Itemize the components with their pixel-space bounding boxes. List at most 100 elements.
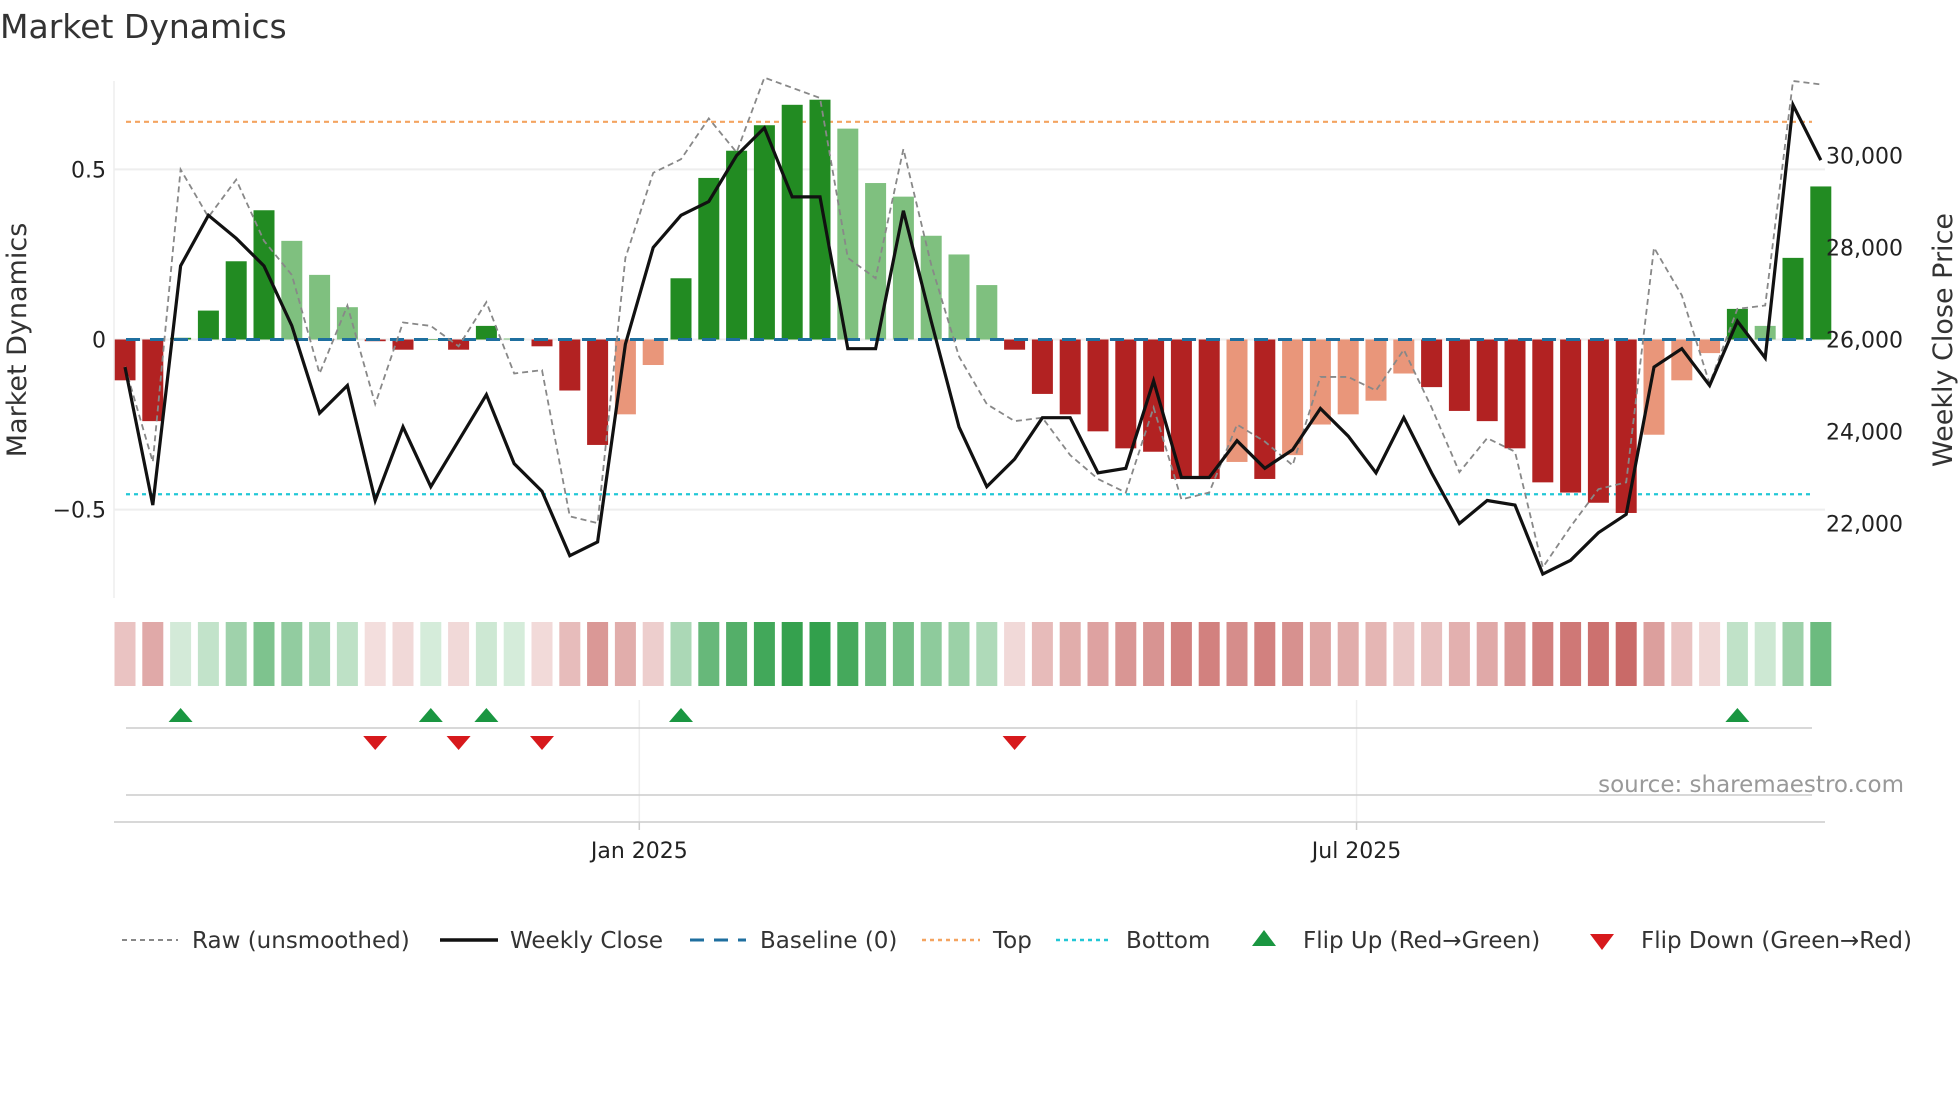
strip-cell — [670, 622, 692, 686]
legend-flip-down-icon — [1590, 934, 1614, 950]
x-tick-label: Jan 2025 — [589, 839, 688, 864]
dynamics-bar — [1587, 339, 1609, 503]
strip-cell — [1170, 622, 1192, 686]
strip-cell — [1421, 622, 1443, 686]
strip-cell — [392, 622, 414, 686]
bars — [114, 99, 1832, 513]
strip-cell — [809, 622, 831, 686]
dynamics-bar — [948, 254, 970, 340]
strip-cell — [753, 622, 775, 686]
flip-up-marker — [474, 708, 499, 722]
strip-cell — [1587, 622, 1609, 686]
dynamics-bar — [1532, 339, 1554, 483]
strip-cell — [837, 622, 859, 686]
color-strip — [114, 622, 1832, 686]
dynamics-bar — [197, 310, 219, 340]
dynamics-bar — [670, 278, 692, 340]
dynamics-bar — [1393, 339, 1415, 374]
strip-cell — [1560, 622, 1582, 686]
y-tick-label: 0 — [92, 329, 106, 354]
strip-cell — [448, 622, 470, 686]
strip-cell — [475, 622, 497, 686]
dynamics-bar — [1254, 339, 1276, 479]
dynamics-bar — [1198, 339, 1220, 479]
dynamics-bar — [1476, 339, 1498, 422]
dynamics-bar — [1643, 339, 1665, 435]
strip-cell — [336, 622, 358, 686]
legend-close-label: Weekly Close — [510, 928, 663, 954]
strip-cell — [1504, 622, 1526, 686]
dynamics-bar — [1754, 325, 1776, 340]
strip-cell — [1615, 622, 1637, 686]
flip-down-marker — [530, 736, 554, 750]
chart-title: Market Dynamics — [0, 7, 287, 46]
strip-cell — [1754, 622, 1776, 686]
dynamics-bar — [253, 210, 275, 340]
strip-cell — [114, 622, 136, 686]
strip-cell — [1087, 622, 1109, 686]
dynamics-bar — [1560, 339, 1582, 493]
strip-cell — [281, 622, 303, 686]
y-tick-label: −0.5 — [53, 499, 106, 524]
legend: Raw (unsmoothed) Weekly Close Baseline (… — [122, 928, 1912, 954]
strip-cell — [142, 622, 164, 686]
strip-cell — [364, 622, 386, 686]
dynamics-bar — [726, 150, 748, 340]
dynamics-bar — [1365, 339, 1387, 401]
strip-cell — [1254, 622, 1276, 686]
legend-flip-up-icon — [1252, 930, 1276, 946]
strip-cell — [559, 622, 581, 686]
strip-cell — [1448, 622, 1470, 686]
series-lines — [123, 76, 1823, 577]
dynamics-bar — [1004, 339, 1026, 350]
y2-tick-label: 30,000 — [1826, 145, 1903, 170]
strip-cell — [948, 622, 970, 686]
strip-cell — [1699, 622, 1721, 686]
x-tick-label: Jul 2025 — [1310, 839, 1402, 864]
dynamics-bar — [1087, 339, 1109, 432]
strip-cell — [1337, 622, 1359, 686]
flip-down-marker — [363, 736, 388, 750]
dynamics-bar — [225, 261, 247, 340]
strip-cell — [1782, 622, 1804, 686]
dynamics-bar — [642, 339, 664, 366]
legend-flip-up-label: Flip Up (Red→Green) — [1303, 928, 1540, 954]
dynamics-bar — [392, 339, 414, 350]
dynamics-bar — [1226, 339, 1248, 462]
strip-cell — [225, 622, 247, 686]
strip-cell — [1532, 622, 1554, 686]
strip-cell — [587, 622, 609, 686]
strip-cell — [1226, 622, 1248, 686]
strip-cell — [1004, 622, 1026, 686]
legend-top-label: Top — [992, 928, 1032, 954]
strip-cell — [309, 622, 331, 686]
flip-up-marker — [1725, 708, 1750, 722]
strip-cell — [781, 622, 803, 686]
legend-flip-down-label: Flip Down (Green→Red) — [1641, 928, 1912, 954]
dynamics-bar — [1059, 339, 1081, 415]
strip-cell — [170, 622, 192, 686]
strip-cell — [1393, 622, 1415, 686]
dynamics-bar — [753, 125, 775, 340]
strip-cell — [1476, 622, 1498, 686]
strip-cell — [920, 622, 942, 686]
strip-cell — [1365, 622, 1387, 686]
strip-cell — [698, 622, 720, 686]
flip-up-marker — [418, 708, 443, 722]
dynamics-bar — [1699, 339, 1721, 354]
legend-raw-label: Raw (unsmoothed) — [192, 928, 410, 954]
strip-cell — [726, 622, 748, 686]
dynamics-bar — [309, 274, 331, 340]
dynamics-bar — [1115, 339, 1137, 449]
dynamics-bar — [475, 325, 497, 340]
strip-cell — [1643, 622, 1665, 686]
dynamics-bar — [1615, 339, 1637, 513]
strip-cell — [976, 622, 998, 686]
dynamics-bar — [1309, 339, 1331, 425]
y-axis-label: Market Dynamics — [2, 223, 33, 458]
y-tick-label: 0.5 — [71, 158, 106, 183]
dynamics-bar — [781, 104, 803, 340]
left-axis-ticks: 0.5 0 −0.5 — [53, 158, 106, 523]
strip-cell — [642, 622, 664, 686]
dynamics-bar — [1810, 186, 1832, 340]
